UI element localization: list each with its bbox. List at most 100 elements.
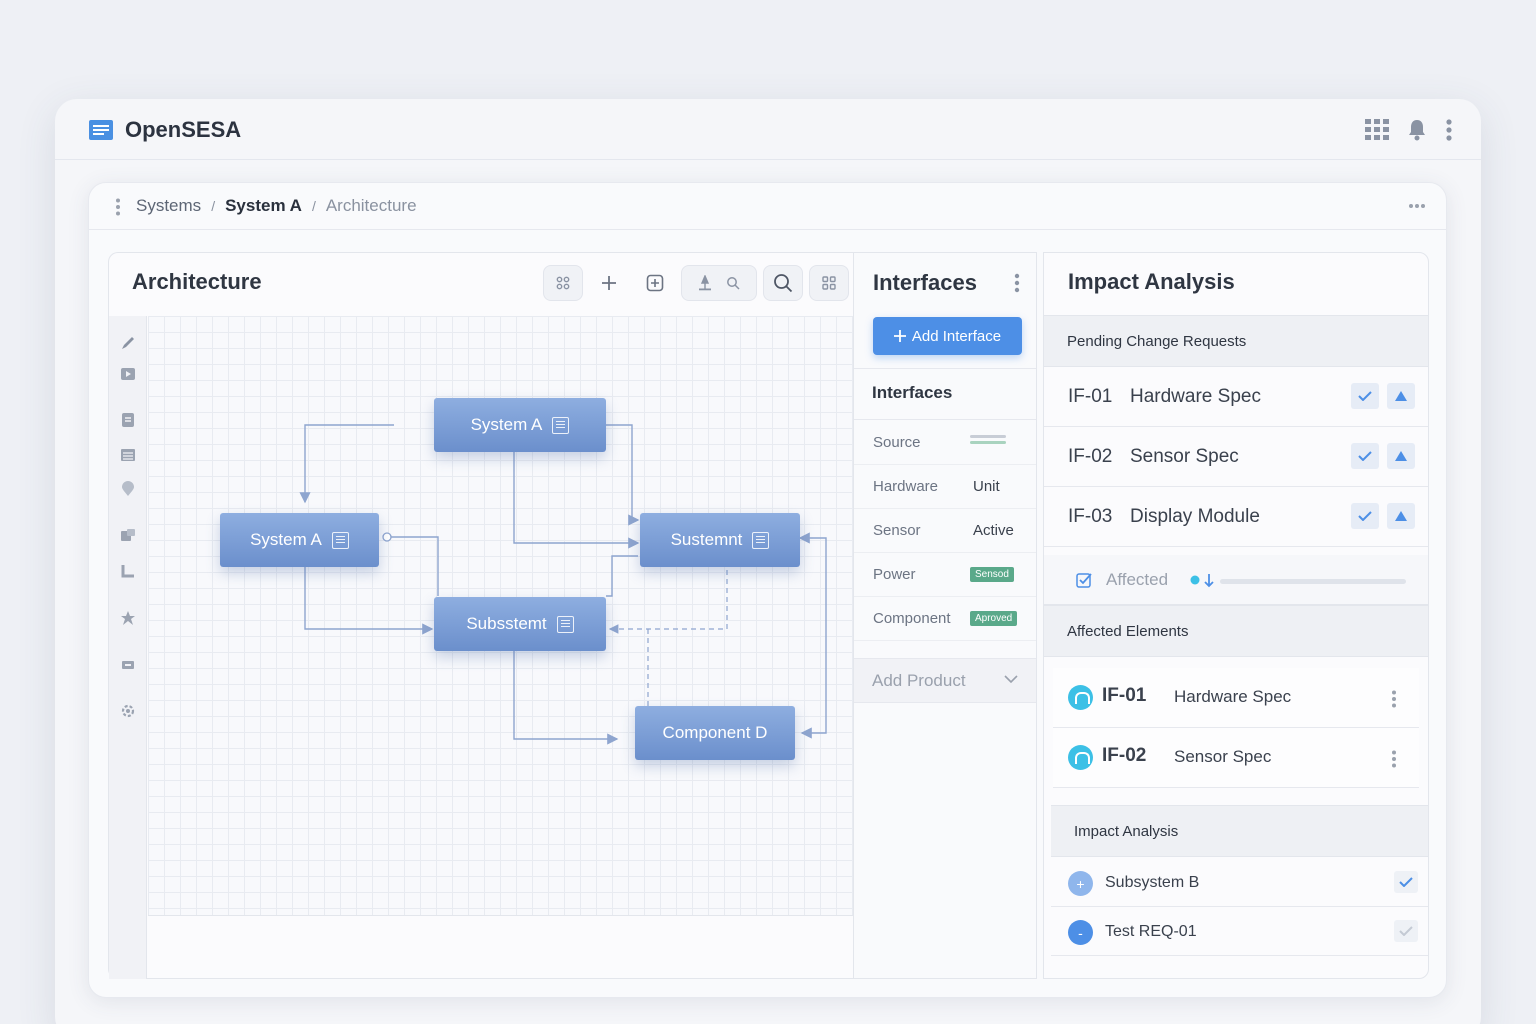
escalate-button[interactable]: [1387, 383, 1415, 409]
affected-element-row[interactable]: IF-02 Sensor Spec: [1053, 728, 1419, 788]
add-product-dropdown[interactable]: Add Product: [854, 658, 1036, 703]
diagram-node[interactable]: System A: [220, 513, 379, 567]
node-label: Subsstemt: [466, 614, 547, 633]
diagram-node[interactable]: Sustemnt: [640, 513, 800, 567]
breadcrumb-separator: /: [311, 198, 316, 214]
diagram-node[interactable]: Subsstemt: [434, 597, 606, 651]
affected-element-row[interactable]: IF-01 Hardware Spec: [1053, 668, 1419, 728]
request-id: IF-03: [1068, 506, 1113, 527]
triangle-up-icon: [1395, 511, 1407, 521]
affected-slider[interactable]: [1220, 579, 1406, 584]
check-icon: [1399, 877, 1413, 887]
settings-tool-icon[interactable]: [119, 702, 137, 720]
apps-grid-icon[interactable]: [1365, 119, 1389, 141]
interface-key: Component: [873, 610, 951, 627]
sort-down-icon[interactable]: [1190, 572, 1216, 588]
triangle-up-icon: [1395, 391, 1407, 401]
more-vertical-icon[interactable]: [1391, 690, 1397, 708]
request-id: IF-02: [1068, 446, 1113, 467]
pin-icon[interactable]: [698, 275, 712, 291]
approve-button[interactable]: [1351, 443, 1379, 469]
diagram-canvas[interactable]: System A System A Sustemnt Subsstemt Com…: [148, 316, 854, 916]
element-name: Hardware Spec: [1174, 687, 1292, 706]
add-product-label: Add Product: [872, 671, 966, 690]
impact-row[interactable]: + Subsystem B: [1051, 858, 1428, 907]
more-vertical-icon[interactable]: [1391, 750, 1397, 768]
impact-checkbox[interactable]: [1394, 871, 1418, 893]
location-tool-icon[interactable]: [119, 480, 137, 498]
zoom-icon[interactable]: [726, 276, 740, 290]
app-header: OpenSESA: [55, 99, 1481, 160]
grid-icon: [556, 276, 570, 290]
change-request-row[interactable]: IF-02 Sensor Spec: [1044, 427, 1428, 487]
interface-value: Unit: [973, 478, 1000, 495]
approve-button[interactable]: [1351, 503, 1379, 529]
add-interface-button[interactable]: Add Interface: [873, 317, 1022, 355]
triangle-up-icon: [1395, 451, 1407, 461]
interface-row[interactable]: Source: [854, 421, 1036, 465]
component-tool-icon[interactable]: [119, 526, 137, 544]
list-tool-icon[interactable]: [119, 446, 137, 464]
diagram-node[interactable]: System A: [434, 398, 606, 452]
add-interface-label: Add Interface: [911, 327, 1002, 345]
architecture-panel: Architecture System A System A Sustemnt …: [108, 252, 854, 979]
main-card: Systems / System A / Architecture Archit…: [88, 182, 1447, 998]
interface-row[interactable]: Power Sensod: [854, 553, 1036, 597]
breadcrumb-architecture: Architecture: [325, 196, 417, 215]
status-tag: Sensod: [970, 567, 1014, 582]
interface-row[interactable]: Sensor Active: [854, 509, 1036, 553]
interface-key: Sensor: [873, 522, 921, 539]
pen-tool-icon[interactable]: [119, 334, 137, 352]
star-tool-icon[interactable]: [119, 609, 137, 627]
impact-checkbox[interactable]: [1394, 920, 1418, 942]
request-id: IF-01: [1068, 386, 1113, 407]
affected-elements-heading: Affected Elements: [1044, 605, 1428, 657]
zoom-tools-group: [681, 265, 757, 301]
bell-icon[interactable]: [1407, 119, 1427, 141]
element-name: Sensor Spec: [1174, 747, 1272, 766]
layout-grid-icon: [822, 276, 836, 290]
node-label: Component D: [662, 723, 768, 742]
affected-label: Affected: [1106, 570, 1169, 589]
plus-icon: +: [1068, 871, 1093, 896]
interface-row[interactable]: Component Aproved: [854, 597, 1036, 641]
affected-filter[interactable]: Affected: [1044, 555, 1428, 605]
minus-icon: -: [1068, 920, 1093, 945]
home-icon: [1068, 745, 1093, 770]
escalate-button[interactable]: [1387, 503, 1415, 529]
home-icon: [1068, 685, 1093, 710]
search-button[interactable]: [763, 265, 803, 301]
approve-button[interactable]: [1351, 383, 1379, 409]
interface-key: Hardware: [873, 478, 939, 495]
chevron-down-icon: [1004, 675, 1018, 683]
more-horizontal-icon[interactable]: [1408, 203, 1426, 209]
add-block-button[interactable]: [635, 265, 675, 301]
node-menu-icon: [556, 615, 574, 633]
interface-row[interactable]: Hardware Unit: [854, 465, 1036, 509]
document-tool-icon[interactable]: [119, 411, 137, 429]
breadcrumb-system-a[interactable]: System A: [225, 196, 302, 216]
app-window: OpenSESA Systems / System A / Architectu…: [55, 99, 1481, 1024]
drag-handle-icon[interactable]: [115, 198, 121, 216]
impact-row[interactable]: - Test REQ-01: [1051, 907, 1428, 956]
diagram-node[interactable]: Component D: [635, 706, 795, 760]
change-request-row[interactable]: IF-03 Display Module: [1044, 487, 1428, 547]
node-label: Sustemnt: [670, 530, 743, 549]
frame-tool-icon[interactable]: [119, 365, 137, 383]
interface-value: Active: [973, 522, 1014, 539]
node-menu-icon: [552, 416, 570, 434]
breadcrumb-systems[interactable]: Systems: [136, 196, 201, 216]
app-logo-icon: [89, 120, 113, 140]
add-button[interactable]: [589, 265, 629, 301]
label-tool-icon[interactable]: [119, 656, 137, 674]
interfaces-menu-icon[interactable]: [1014, 273, 1020, 293]
impact-name: Test REQ-01: [1105, 923, 1197, 940]
change-request-row[interactable]: IF-01 Hardware Spec: [1044, 367, 1428, 427]
escalate-button[interactable]: [1387, 443, 1415, 469]
connector-tool-icon[interactable]: [119, 562, 137, 580]
layout-button[interactable]: [809, 265, 849, 301]
more-vertical-icon[interactable]: [1445, 119, 1453, 141]
grid-view-button[interactable]: [543, 265, 583, 301]
plus-icon: [893, 330, 906, 342]
interfaces-title: Interfaces: [873, 270, 977, 295]
